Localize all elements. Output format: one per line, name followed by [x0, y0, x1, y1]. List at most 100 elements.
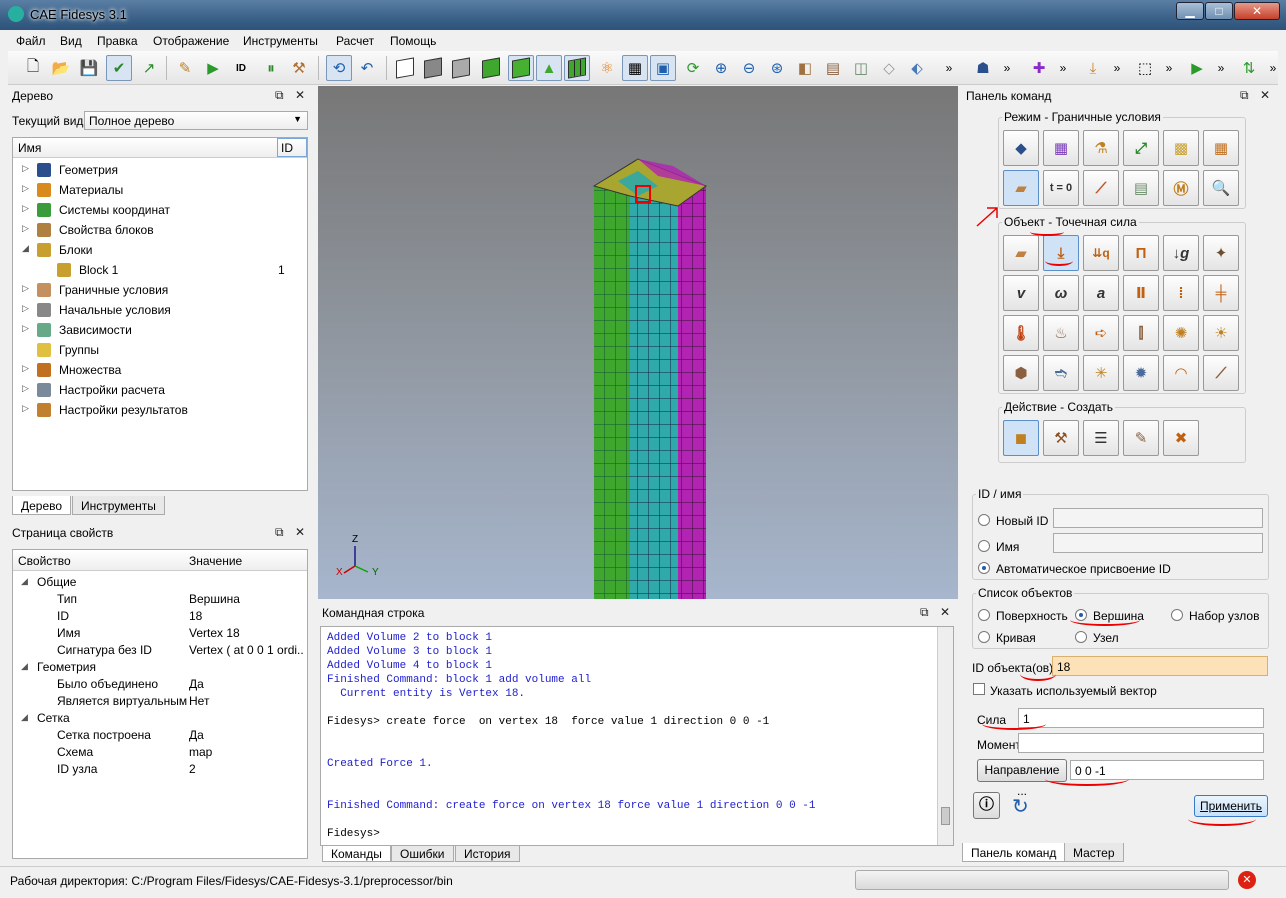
property-row[interactable]: Имя Vertex 18 [13, 625, 307, 642]
collapsed-arrow-icon[interactable]: ▷ [22, 283, 29, 294]
property-row[interactable]: Тип Вершина [13, 591, 307, 608]
close-icon[interactable]: ✕ [295, 88, 305, 102]
calc-mode-icon[interactable]: ▤ [1123, 170, 1159, 206]
delete-icon[interactable]: ✖ [1163, 420, 1199, 456]
probe-mode-icon[interactable]: 🔍 [1203, 170, 1239, 206]
auto-id-radio[interactable] [978, 562, 990, 574]
boundary-mode-icon[interactable]: ▰ [1003, 170, 1039, 206]
menu-tools[interactable]: Инструменты [243, 34, 318, 48]
angular-velocity-icon[interactable]: ω [1043, 275, 1079, 311]
radiation-icon[interactable]: ⫿ [1123, 315, 1159, 351]
save-icon[interactable]: 💾 [76, 55, 102, 81]
pressure-icon[interactable]: ▰ [1003, 235, 1039, 271]
hidden-line-cube-icon[interactable] [420, 55, 446, 81]
node-set-radio[interactable] [1171, 609, 1183, 621]
object-ids-input[interactable]: 18 [1052, 656, 1268, 676]
crosshair-icon[interactable]: ✚ [1026, 55, 1052, 81]
scrollbar-thumb[interactable] [941, 807, 950, 825]
menu-display[interactable]: Отображение [153, 34, 229, 48]
velocity-icon[interactable]: v [1003, 275, 1039, 311]
close-icon[interactable]: ✕ [940, 605, 950, 619]
plane-icon[interactable]: ▤ [820, 55, 846, 81]
acceleration-icon[interactable]: a [1083, 275, 1119, 311]
collapsed-arrow-icon[interactable]: ▷ [22, 203, 29, 214]
more-toolbar-icon[interactable]: » [1208, 55, 1234, 81]
tab-commands[interactable]: Команды [322, 846, 391, 862]
property-row[interactable]: ID узла 2 [13, 761, 307, 778]
tree-item[interactable]: ▷ Зависимости [13, 320, 303, 340]
rotate-view-icon[interactable]: ⟲ [326, 55, 352, 81]
tab-errors[interactable]: Ошибки [391, 846, 454, 862]
property-row[interactable]: Сигнатура без ID Vertex ( at 0 0 1 ordi..… [13, 642, 307, 659]
open-folder-icon[interactable]: 📂 [48, 55, 74, 81]
collapsed-arrow-icon[interactable]: ▷ [22, 363, 29, 374]
coord-mode-icon[interactable]: ⤢ [1123, 130, 1159, 166]
pick-icon[interactable]: ⬖ [904, 55, 930, 81]
zoom-out-icon[interactable]: ⊖ [736, 55, 762, 81]
load-arrow-icon[interactable]: ⤓ [1080, 55, 1106, 81]
run-icon[interactable]: ▶ [1184, 55, 1210, 81]
new-file-icon[interactable]: 🗋 [20, 55, 46, 81]
current-view-select[interactable]: Полное дерево ▼ [84, 111, 308, 130]
tree-item[interactable]: Block 1 1 [13, 260, 303, 280]
tree-item[interactable]: ▷ Материалы [13, 180, 303, 200]
modify-icon[interactable]: ⚒ [1043, 420, 1079, 456]
name-input[interactable] [1053, 533, 1263, 553]
temperature-icon[interactable]: 🌡 [1003, 315, 1039, 351]
surfaces-icon[interactable]: ▲ [536, 55, 562, 81]
run-script-icon[interactable]: ▶ [200, 55, 226, 81]
tree-item[interactable]: ▷ Граничные условия [13, 280, 303, 300]
spark-icon[interactable]: ✳ [1083, 355, 1119, 391]
material-mode-icon[interactable]: ⚗ [1083, 130, 1119, 166]
expanded-arrow-icon[interactable]: ◢ [22, 243, 29, 254]
collapsed-arrow-icon[interactable]: ▷ [22, 383, 29, 394]
tree-item[interactable]: Группы [13, 340, 303, 360]
tree-item[interactable]: ▷ Настройки результатов [13, 400, 303, 420]
collapsed-arrow-icon[interactable]: ▷ [22, 183, 29, 194]
nodes-icon[interactable]: ⚛ [594, 55, 620, 81]
contact-icon[interactable]: ◠ [1163, 355, 1199, 391]
results-icon[interactable]: ⇅ [1236, 55, 1262, 81]
rigid-link-icon[interactable]: ⟋ [1203, 355, 1239, 391]
constraint-icon[interactable]: ╪ [1203, 275, 1239, 311]
line-load-icon[interactable]: Π [1123, 235, 1159, 271]
import-icon[interactable]: ✔ [106, 55, 132, 81]
displacement-icon[interactable]: ⁞ [1163, 275, 1199, 311]
tab-tools[interactable]: Инструменты [72, 496, 165, 515]
more-toolbar-icon[interactable]: » [994, 55, 1020, 81]
results-mode-icon[interactable]: Ⓜ [1163, 170, 1199, 206]
dependency-mode-icon[interactable]: ⟋ [1083, 170, 1119, 206]
property-row[interactable]: Схема map [13, 744, 307, 761]
id-script-icon[interactable]: ID [228, 55, 254, 81]
green-cube-icon[interactable] [478, 55, 504, 81]
property-row[interactable]: ◢ Сетка [13, 710, 307, 727]
group-icon[interactable]: ☗ [970, 55, 996, 81]
tab-tree[interactable]: Дерево [12, 496, 72, 515]
heat-flux-icon[interactable]: ♨ [1043, 315, 1079, 351]
solid-cube-icon[interactable] [508, 55, 534, 81]
initial-mode-icon[interactable]: t = 0 [1043, 170, 1079, 206]
menu-edit[interactable]: Правка [97, 34, 138, 48]
expanded-arrow-icon[interactable]: ◢ [21, 576, 28, 587]
point-heat-icon[interactable]: ☀ [1203, 315, 1239, 351]
list-icon[interactable]: ☰ [1083, 420, 1119, 456]
moment-input[interactable] [1018, 733, 1264, 753]
shaded-cube-icon[interactable] [448, 55, 474, 81]
export-icon[interactable]: ↗ [136, 55, 162, 81]
name-radio[interactable] [978, 540, 990, 552]
close-icon[interactable]: ✕ [1260, 88, 1270, 102]
convection-icon[interactable]: ➪ [1083, 315, 1119, 351]
collapsed-arrow-icon[interactable]: ▷ [22, 223, 29, 234]
flow-icon[interactable]: ➬ [1043, 355, 1079, 391]
heat-source-icon[interactable]: ✺ [1163, 315, 1199, 351]
support-icon[interactable]: Ⅱ [1123, 275, 1159, 311]
expanded-arrow-icon[interactable]: ◢ [21, 712, 28, 723]
edit-icon[interactable]: ✎ [1123, 420, 1159, 456]
close-icon[interactable]: ✕ [295, 525, 305, 539]
3d-viewport[interactable]: Z X Y [318, 86, 958, 599]
ghost-cube-icon[interactable]: ◇ [876, 55, 902, 81]
menu-file[interactable]: Файл [16, 34, 46, 48]
undo-icon[interactable]: ↶ [354, 55, 380, 81]
refresh-icon[interactable]: ⟳ [680, 55, 706, 81]
box-view-icon[interactable]: ◧ [792, 55, 818, 81]
